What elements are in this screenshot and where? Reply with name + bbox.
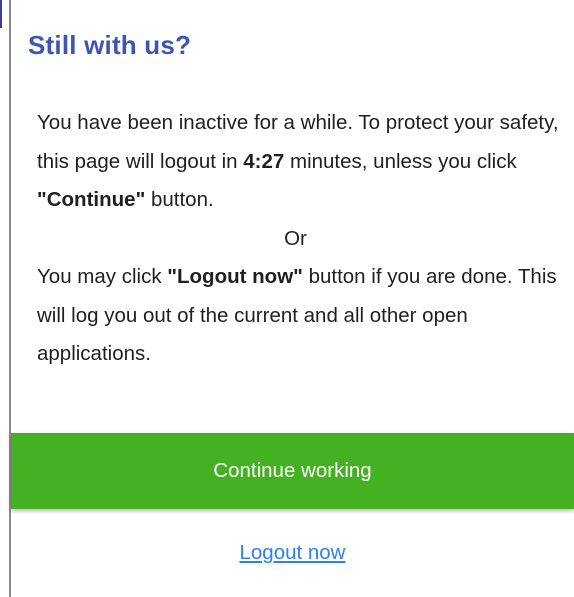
logout-now-link[interactable]: Logout now — [11, 541, 574, 565]
dialog-message: You have been inactive for a while. To p… — [37, 104, 562, 374]
warning-text-end: button. — [145, 188, 214, 211]
logout-quote-open: " — [167, 265, 178, 288]
continue-reference: Continue — [46, 188, 136, 211]
logout-quote-close: " — [293, 265, 303, 288]
logout-reference: Logout now — [177, 265, 294, 288]
continue-quote-close: " — [135, 188, 146, 211]
inactivity-warning-text: You have been inactive for a while. To p… — [37, 104, 562, 220]
inactivity-dialog: Still with us? You have been inactive fo… — [11, 0, 574, 597]
logout-info-text: You may click "Logout now" button if you… — [37, 258, 562, 374]
dialog-title: Still with us? — [28, 30, 192, 60]
continue-working-button[interactable]: Continue working — [11, 433, 574, 509]
background-edge — [0, 0, 2, 28]
logout-text-start: You may click — [37, 265, 168, 288]
warning-text-middle: minutes, unless you click — [284, 149, 517, 173]
or-separator: Or — [284, 226, 307, 250]
continue-quote-open: " — [37, 188, 47, 211]
countdown-timer: 4:27 — [243, 149, 285, 173]
page: Still with us? You have been inactive fo… — [0, 0, 574, 597]
